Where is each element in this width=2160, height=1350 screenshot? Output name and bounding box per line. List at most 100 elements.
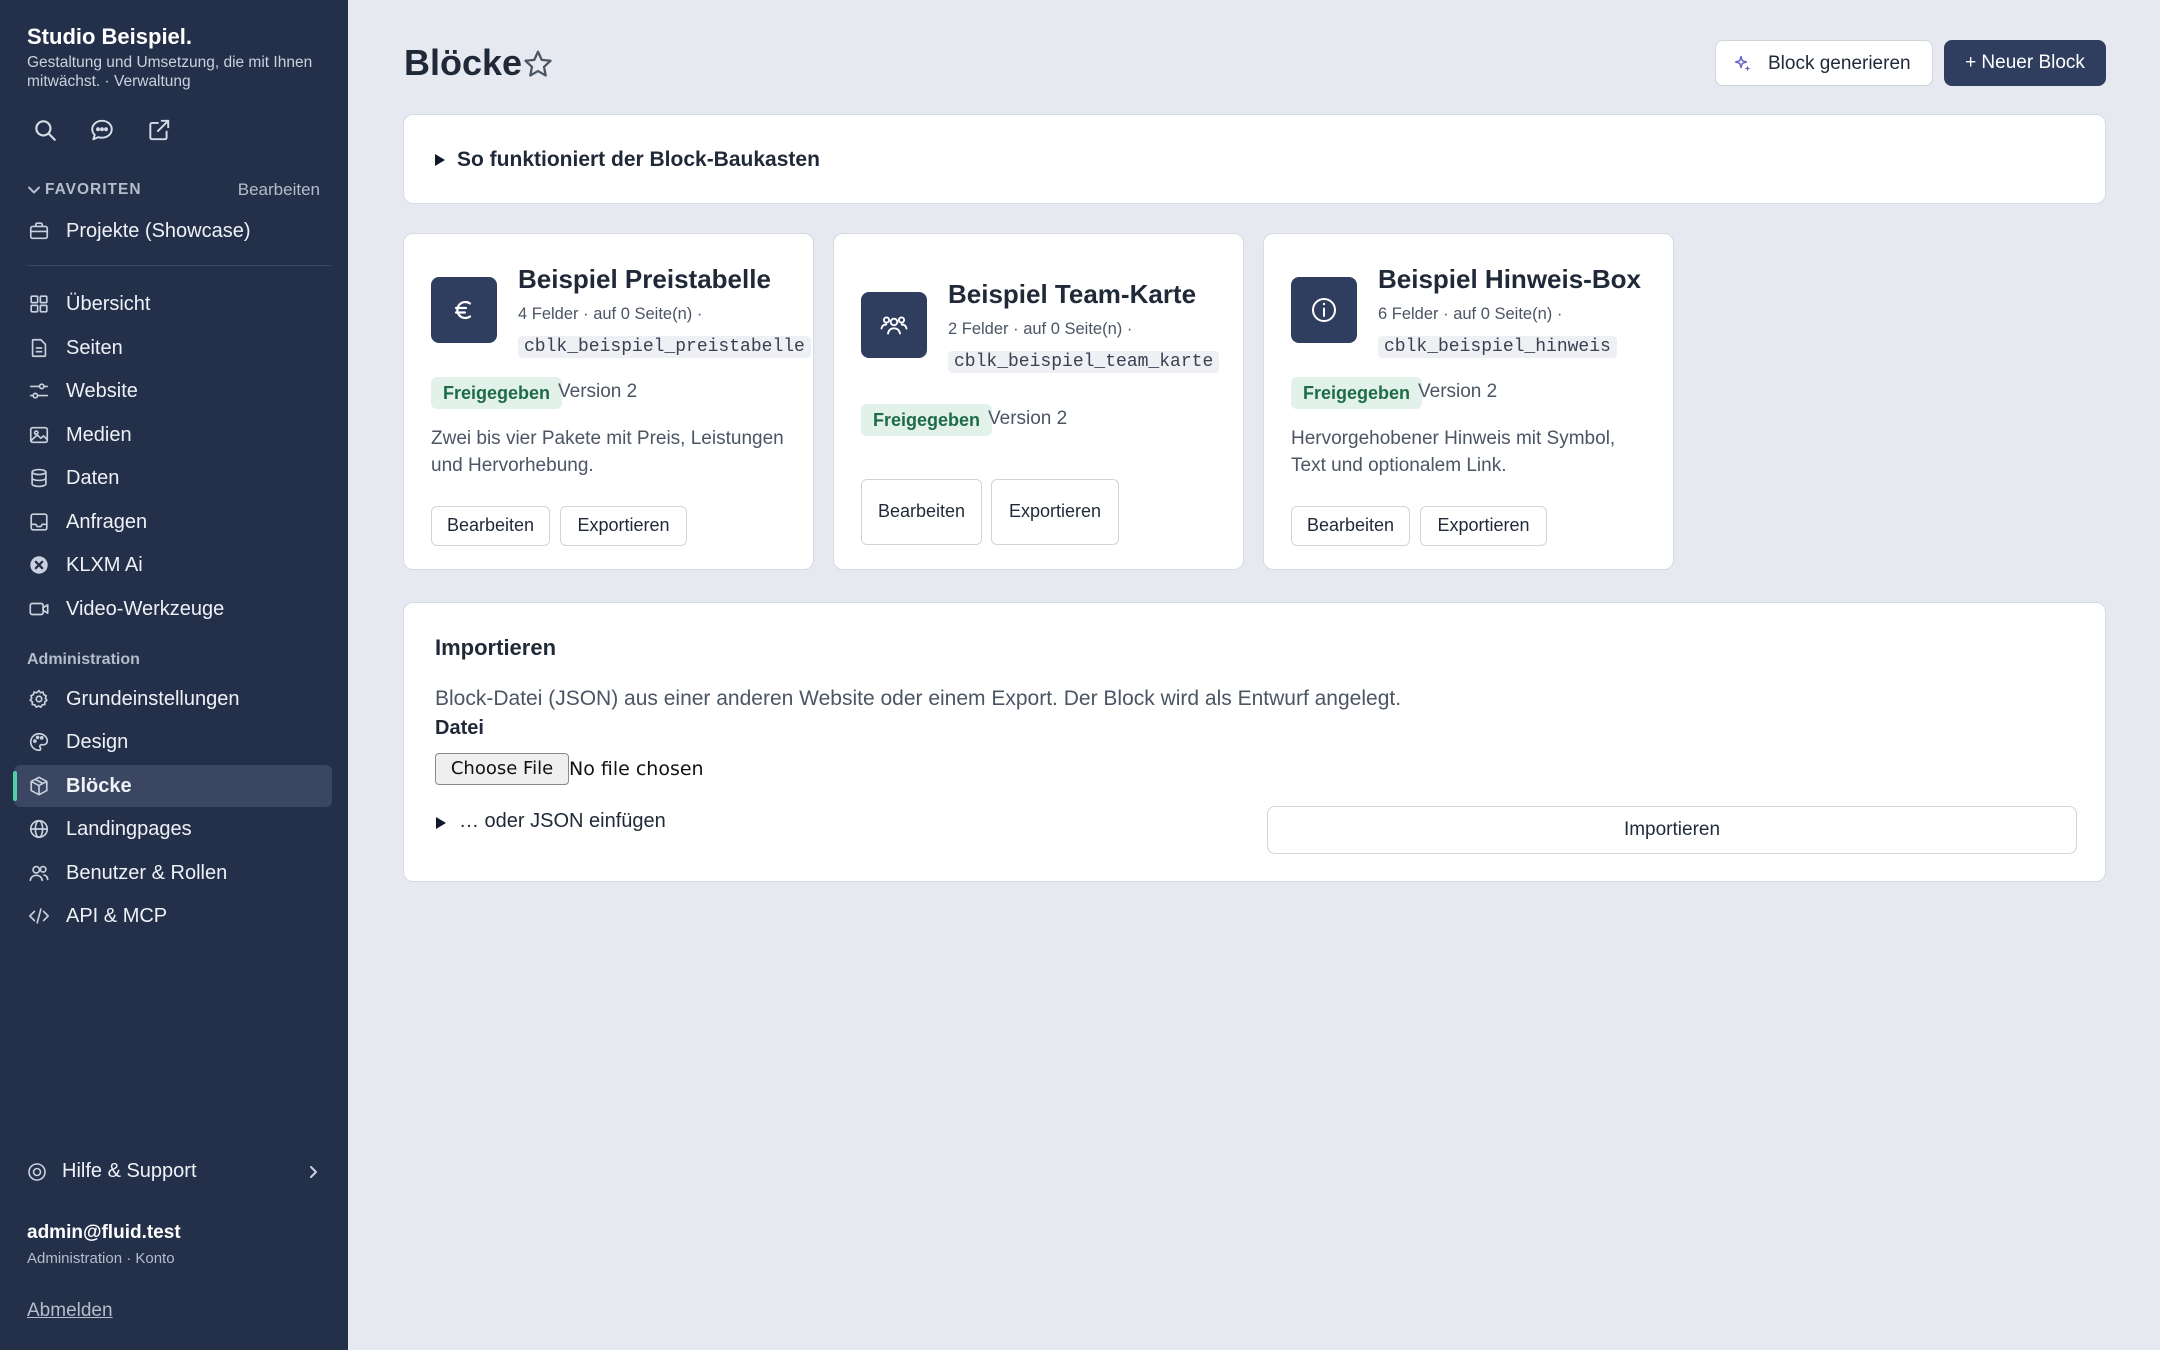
block-meta-text: 6 Felder · auf 0 Seite(n) ·: [1378, 305, 1563, 323]
sidebar-item-label: KLXM Ai: [66, 554, 143, 576]
block-version: Version 2: [988, 408, 1068, 429]
sidebar: Studio Beispiel. Gestaltung und Umsetzun…: [0, 0, 348, 1350]
user-role: Administration · Konto: [27, 1250, 175, 1267]
code-icon: [28, 905, 50, 927]
sidebar-item-daten[interactable]: Daten: [14, 457, 332, 499]
block-title: Beispiel Team-Karte: [948, 279, 1197, 309]
users-icon: [28, 862, 50, 884]
block-version: Version 2: [558, 381, 638, 402]
block-card-preistabelle: Beispiel Preistabelle 4 Felder · auf 0 S…: [403, 233, 814, 570]
cube-icon: [28, 775, 50, 797]
sidebar-item-landingpages[interactable]: Landingpages: [14, 808, 332, 850]
sidebar-item-klxm-ai[interactable]: KLXM Ai: [14, 544, 332, 586]
logout-link[interactable]: Abmelden: [27, 1300, 113, 1322]
sidebar-item-design[interactable]: Design: [14, 721, 332, 763]
status-badge: Freigegeben: [861, 404, 993, 436]
sidebar-item-website[interactable]: Website: [14, 370, 332, 412]
block-meta: 6 Felder · auf 0 Seite(n) · cblk_beispie…: [1378, 298, 1660, 363]
help-support-label: Hilfe & Support: [62, 1160, 197, 1182]
sidebar-item-label: Blöcke: [66, 775, 132, 797]
sidebar-item-label: Grundeinstellungen: [66, 688, 240, 710]
import-description: Block-Datei (JSON) aus einer anderen Web…: [435, 687, 1402, 710]
status-badge: Freigegeben: [1291, 377, 1423, 409]
inbox-icon: [28, 511, 50, 533]
import-button[interactable]: Importieren: [1267, 806, 2077, 854]
dashboard-icon: [28, 293, 50, 315]
euro-icon: [431, 277, 497, 343]
sidebar-item-benutzer-rollen[interactable]: Benutzer & Rollen: [14, 852, 332, 894]
sidebar-item-uebersicht[interactable]: Übersicht: [14, 283, 332, 325]
user-email: admin@fluid.test: [27, 1222, 181, 1243]
chat-icon[interactable]: [86, 114, 118, 146]
page-title: Blöcke: [404, 42, 523, 83]
file-label: Datei: [435, 717, 484, 739]
external-link-icon[interactable]: [143, 114, 175, 146]
sidebar-item-label: Video-Werkzeuge: [66, 598, 225, 620]
triangle-right-icon: [436, 817, 446, 829]
block-description: Zwei bis vier Pakete mit Preis, Leistung…: [431, 428, 784, 476]
block-code: cblk_beispiel_preistabelle: [518, 336, 811, 358]
block-title: Beispiel Preistabelle: [518, 264, 771, 294]
favorites-label: FAVORITEN: [45, 181, 142, 198]
video-icon: [28, 598, 50, 620]
ai-icon: [28, 554, 50, 576]
generate-block-button[interactable]: Block generieren: [1715, 40, 1933, 86]
sidebar-item-video-werkzeuge[interactable]: Video-Werkzeuge: [14, 588, 332, 630]
block-card-team-karte: Beispiel Team-Karte 2 Felder · auf 0 Sei…: [833, 233, 1244, 570]
sidebar-item-label: API & MCP: [66, 905, 168, 927]
help-support-link[interactable]: Hilfe & Support: [14, 1152, 332, 1192]
sidebar-item-api-mcp[interactable]: API & MCP: [14, 895, 332, 937]
sidebar-item-label: Seiten: [66, 337, 123, 359]
team-icon: [861, 292, 927, 358]
export-button[interactable]: Exportieren: [1420, 506, 1547, 546]
block-meta-text: 2 Felder · auf 0 Seite(n) ·: [948, 320, 1133, 338]
search-icon[interactable]: [29, 114, 61, 146]
triangle-right-icon: [435, 154, 445, 166]
sliders-icon: [28, 380, 50, 402]
favorite-item-projekte[interactable]: Projekte (Showcase): [14, 210, 332, 252]
new-block-button[interactable]: + Neuer Block: [1944, 40, 2106, 86]
pages-icon: [28, 337, 50, 359]
sidebar-item-medien[interactable]: Medien: [14, 414, 332, 456]
export-button[interactable]: Exportieren: [560, 506, 687, 546]
palette-icon: [28, 731, 50, 753]
chevron-down-icon[interactable]: [27, 183, 41, 197]
block-meta: 2 Felder · auf 0 Seite(n) · cblk_beispie…: [948, 313, 1230, 378]
sidebar-divider: [27, 265, 331, 266]
help-circle-icon: [28, 1163, 46, 1181]
favorites-edit-link[interactable]: Bearbeiten: [238, 180, 320, 200]
choose-file-button[interactable]: Choose File: [435, 753, 569, 785]
brand-subtitle: Gestaltung und Umsetzung, die mit Ihnen …: [27, 54, 313, 90]
how-it-works-toggle[interactable]: So funktioniert der Block-Baukasten: [403, 114, 2106, 204]
sidebar-item-label: Website: [66, 380, 138, 402]
favorites-header: FAVORITEN Bearbeiten: [27, 180, 320, 202]
import-title: Importieren: [435, 635, 557, 660]
brand-name: Studio Beispiel.: [27, 24, 193, 49]
sidebar-item-grundeinstellungen[interactable]: Grundeinstellungen: [14, 678, 332, 720]
file-status: No file chosen: [569, 758, 704, 780]
sidebar-item-label: Landingpages: [66, 818, 192, 840]
sidebar-item-label: Design: [66, 731, 129, 753]
sidebar-item-anfragen[interactable]: Anfragen: [14, 501, 332, 543]
export-button[interactable]: Exportieren: [991, 479, 1119, 545]
sidebar-item-label: Benutzer & Rollen: [66, 862, 228, 884]
info-icon: [1291, 277, 1357, 343]
block-description: Hervorgehobener Hinweis mit Symbol, Text…: [1291, 428, 1616, 476]
sidebar-item-seiten[interactable]: Seiten: [14, 327, 332, 369]
block-version: Version 2: [1418, 381, 1498, 402]
generate-block-label: Block generieren: [1768, 53, 1911, 74]
edit-button[interactable]: Bearbeiten: [861, 479, 982, 545]
chevron-right-icon: [310, 1166, 317, 1178]
block-meta: 4 Felder · auf 0 Seite(n) · cblk_beispie…: [518, 298, 811, 363]
edit-button[interactable]: Bearbeiten: [1291, 506, 1410, 546]
database-icon: [28, 467, 50, 489]
sidebar-item-label: Daten: [66, 467, 120, 489]
edit-button[interactable]: Bearbeiten: [431, 506, 550, 546]
sidebar-item-label: Medien: [66, 424, 132, 446]
sidebar-item-bloecke[interactable]: Blöcke: [13, 765, 332, 807]
briefcase-icon: [28, 220, 50, 242]
admin-section-label: Administration: [27, 651, 140, 668]
sidebar-item-label: Anfragen: [66, 511, 148, 533]
star-icon[interactable]: [522, 48, 554, 80]
block-meta-text: 4 Felder · auf 0 Seite(n) ·: [518, 305, 703, 323]
